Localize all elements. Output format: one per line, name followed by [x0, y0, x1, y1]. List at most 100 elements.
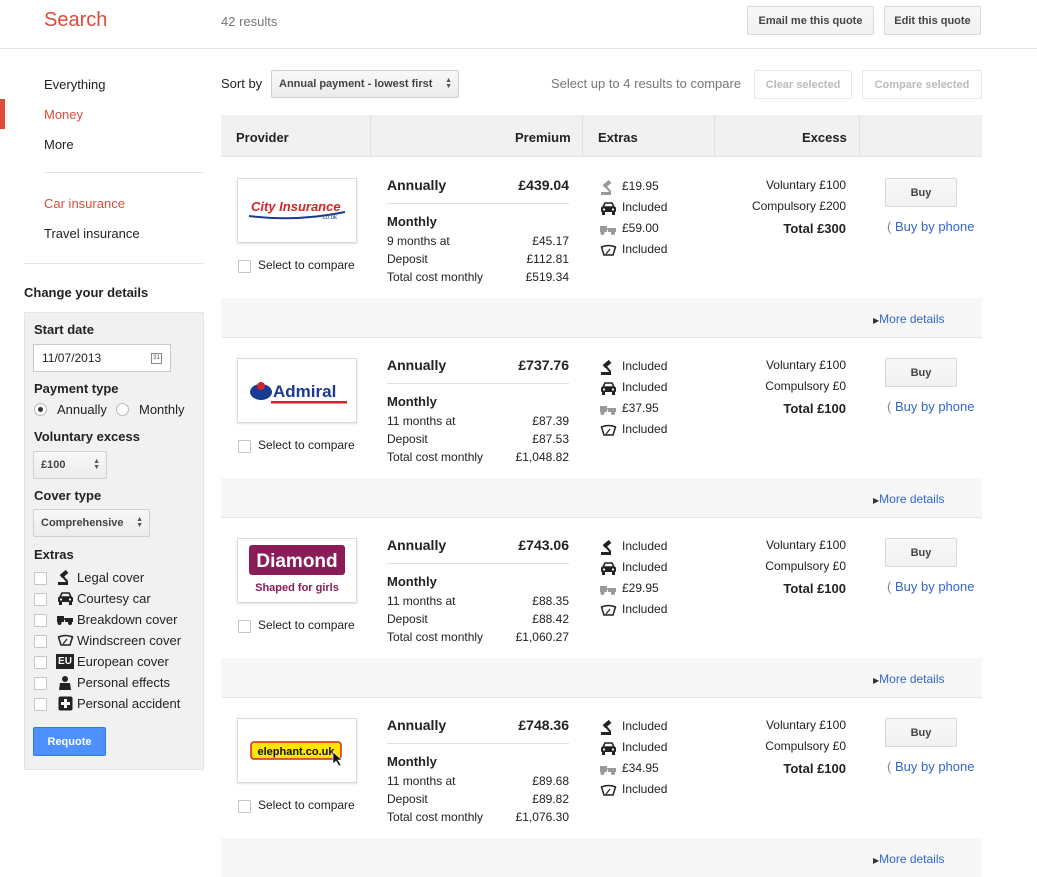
voluntary-excess: Voluntary £100 — [765, 718, 846, 732]
nav-car-insurance[interactable]: Car insurance — [44, 196, 125, 211]
annual-label: Annually — [387, 717, 447, 733]
page-title[interactable]: Search — [44, 9, 107, 32]
select-compare-checkbox[interactable] — [238, 440, 251, 453]
car-icon — [599, 201, 617, 215]
provider-logo[interactable]: City Insurance .co.uk — [237, 178, 357, 243]
compare-hint: Select up to 4 results to compare — [551, 76, 742, 91]
calendar-icon[interactable]: 31 — [151, 353, 162, 364]
extras-label: Extras — [34, 547, 74, 562]
buy-by-phone-link[interactable]: ( Buy by phone — [887, 579, 974, 594]
select-compare-checkbox[interactable] — [238, 620, 251, 633]
result-row: elephant.co.uk Select to compare Annually £… — [221, 697, 982, 877]
more-details-link[interactable]: ▶More details — [873, 312, 945, 326]
select-compare-label: Select to compare — [258, 798, 355, 812]
compare-selected-button[interactable]: Compare selected — [862, 70, 982, 99]
extra-value: Included — [622, 539, 668, 553]
windscreen-icon — [599, 243, 617, 257]
annual-price: £743.06 — [518, 537, 569, 553]
edit-quote-button[interactable]: Edit this quote — [884, 6, 981, 35]
row-footer: ▶More details — [221, 478, 982, 517]
sort-select[interactable]: Annual payment - lowest first ▲ ▼ — [271, 70, 459, 98]
nav-everything[interactable]: Everything — [44, 77, 105, 92]
nav-divider — [24, 263, 204, 264]
result-row: City Insurance .co.uk Select to compare Ann… — [221, 157, 982, 337]
eu-icon: EU — [56, 653, 74, 669]
buy-by-phone-link[interactable]: ( Buy by phone — [887, 399, 974, 414]
start-date-value: 11/07/2013 — [42, 351, 102, 365]
provider-logo[interactable]: Diamond Shaped for girls — [237, 538, 357, 603]
car-icon — [599, 381, 617, 395]
personal-effects-icon — [56, 674, 74, 690]
personal-accident-label: Personal accident — [77, 696, 181, 711]
buy-button[interactable]: Buy — [885, 178, 957, 207]
start-date-field[interactable]: 11/07/2013 31 — [33, 344, 171, 372]
result-row: Admiral Select to compare Annually £737.76 M… — [221, 337, 982, 517]
windscreen-icon — [599, 603, 617, 617]
premium-divider — [387, 203, 569, 204]
voluntary-excess-select[interactable]: £100 ▲ ▼ — [33, 451, 107, 479]
extra-value: Included — [622, 200, 668, 214]
nav-travel-insurance[interactable]: Travel insurance — [44, 226, 140, 241]
extra-value: £29.95 — [622, 581, 659, 595]
select-compare-checkbox[interactable] — [238, 260, 251, 273]
provider-logo[interactable]: Admiral — [237, 358, 357, 423]
monthly-label: Monthly — [387, 574, 437, 589]
extra-value: £34.95 — [622, 761, 659, 775]
requote-button[interactable]: Requote — [33, 727, 106, 756]
extra-value: Included — [622, 740, 668, 754]
personal-accident-checkbox[interactable] — [34, 698, 47, 711]
header-provider: Provider — [236, 130, 289, 145]
change-details-heading: Change your details — [24, 285, 149, 300]
windscreen-icon — [56, 632, 74, 648]
car-icon — [599, 561, 617, 575]
more-details-link[interactable]: ▶More details — [873, 852, 945, 866]
nav-active-indicator — [0, 99, 5, 129]
buy-button[interactable]: Buy — [885, 538, 957, 567]
premium-divider — [387, 743, 569, 744]
buy-by-phone-link[interactable]: ( Buy by phone — [887, 219, 974, 234]
nav-money[interactable]: Money — [44, 107, 83, 122]
column-divider — [582, 115, 583, 157]
result-row: Diamond Shaped for girls Select to compare… — [221, 517, 982, 697]
row-divider — [221, 517, 982, 518]
provider-logo[interactable]: elephant.co.uk — [237, 718, 357, 783]
payment-monthly-radio[interactable] — [116, 403, 129, 416]
payment-annually-label: Annually — [57, 402, 107, 417]
payment-annually-radio[interactable] — [34, 403, 47, 416]
buy-by-phone-link[interactable]: ( Buy by phone — [887, 759, 974, 774]
gavel-icon — [599, 179, 617, 195]
buy-button[interactable]: Buy — [885, 358, 957, 387]
breakdown-icon — [56, 611, 74, 627]
cover-type-value: Comprehensive — [41, 517, 124, 529]
details-panel: Start date 11/07/2013 31 Payment type An… — [24, 312, 204, 770]
cover-type-select[interactable]: Comprehensive ▲ ▼ — [33, 509, 150, 537]
courtesy-car-checkbox[interactable] — [34, 593, 47, 606]
european-cover-checkbox[interactable] — [34, 656, 47, 669]
voluntary-excess-label: Voluntary excess — [34, 429, 140, 444]
breakdown-cover-checkbox[interactable] — [34, 614, 47, 627]
updown-icon: ▲ ▼ — [93, 458, 100, 471]
legal-cover-checkbox[interactable] — [34, 572, 47, 585]
clear-selected-button[interactable]: Clear selected — [754, 70, 852, 99]
buy-button[interactable]: Buy — [885, 718, 957, 747]
extra-value: Included — [622, 242, 668, 256]
extra-value: £37.95 — [622, 401, 659, 415]
windscreen-cover-checkbox[interactable] — [34, 635, 47, 648]
compulsory-excess: Compulsory £0 — [765, 559, 846, 573]
breakdown-icon — [599, 762, 617, 776]
select-compare-label: Select to compare — [258, 258, 355, 272]
row-footer: ▶More details — [221, 838, 982, 877]
personal-effects-checkbox[interactable] — [34, 677, 47, 690]
annual-price: £748.36 — [518, 717, 569, 733]
nav-more[interactable]: More — [44, 137, 74, 152]
updown-icon: ▲ ▼ — [136, 516, 143, 529]
email-quote-button[interactable]: Email me this quote — [747, 6, 874, 35]
more-details-link[interactable]: ▶More details — [873, 672, 945, 686]
windscreen-icon — [599, 423, 617, 437]
select-compare-checkbox[interactable] — [238, 800, 251, 813]
more-details-link[interactable]: ▶More details — [873, 492, 945, 506]
nav-divider — [44, 172, 204, 173]
gavel-icon — [599, 359, 617, 375]
windscreen-cover-label: Windscreen cover — [77, 633, 182, 648]
total-excess: Total £300 — [783, 221, 846, 236]
